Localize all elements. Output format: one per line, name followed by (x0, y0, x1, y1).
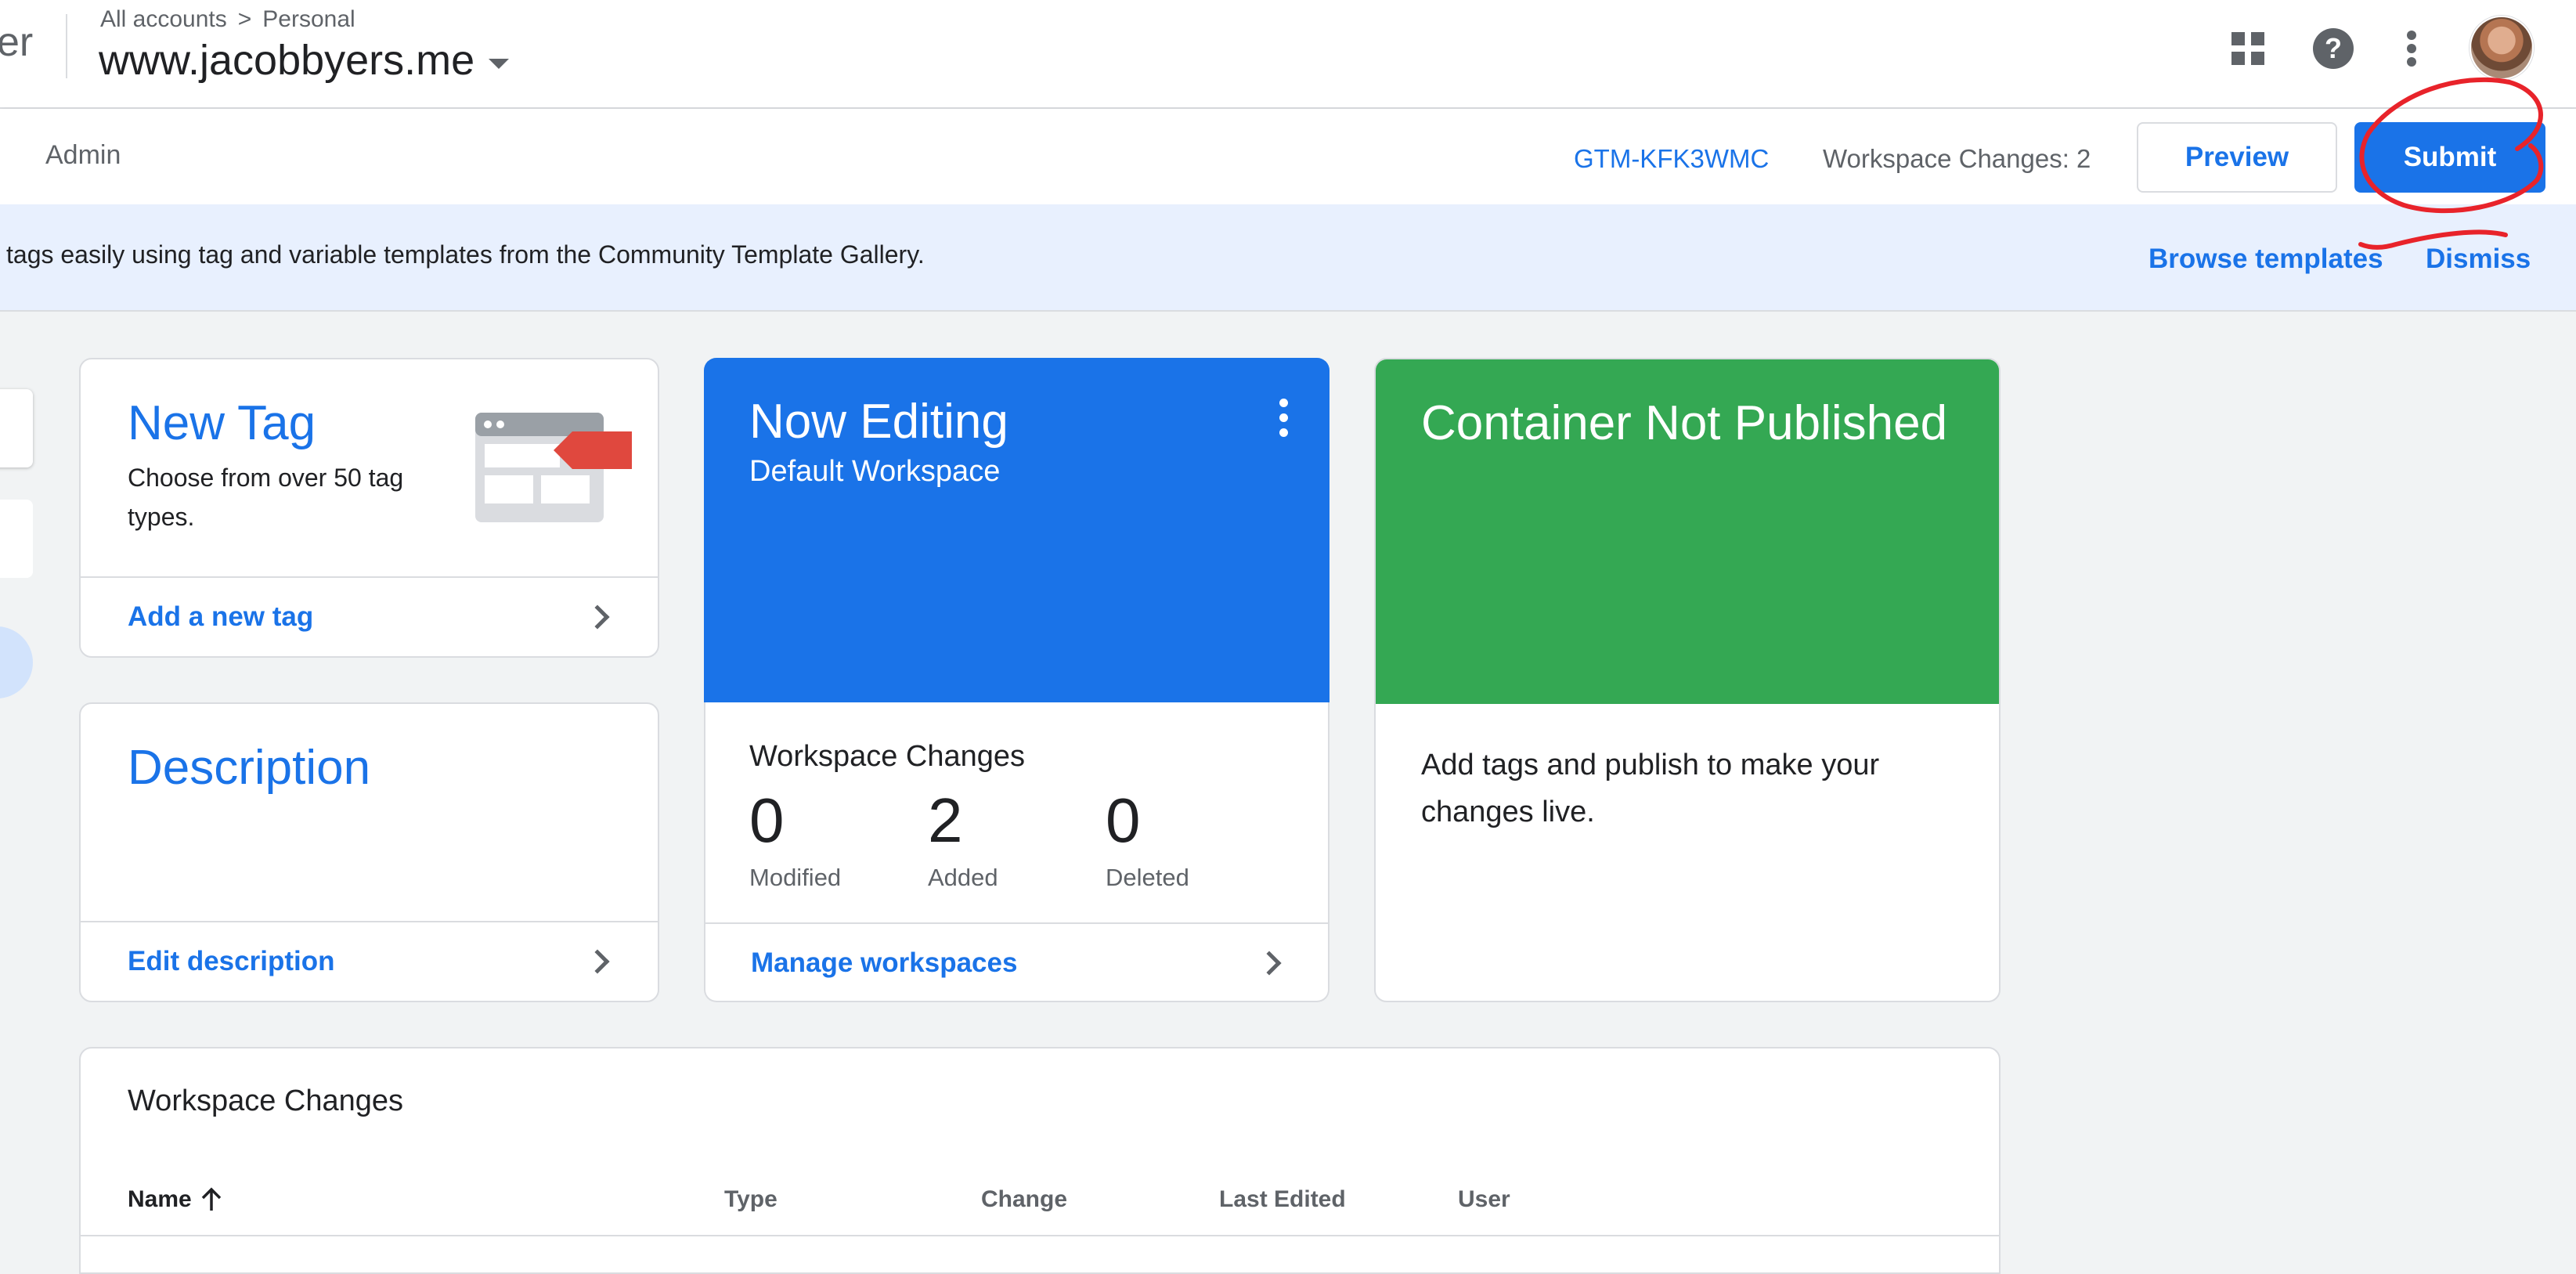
chevron-right-icon (1257, 951, 1282, 976)
caret-down-icon (489, 58, 510, 69)
column-header-change[interactable]: Change (981, 1186, 1067, 1213)
stat-label: Deleted (1106, 864, 1189, 891)
new-tag-card: New Tag Choose from over 50 tag types. A… (79, 358, 659, 658)
table-title: Workspace Changes (128, 1085, 404, 1117)
column-header-user[interactable]: User (1458, 1186, 1510, 1213)
new-tag-title: New Tag (128, 396, 316, 450)
add-new-tag-link[interactable]: Add a new tag (81, 576, 658, 656)
workspace-name: Default Workspace (749, 455, 1001, 488)
side-nav-item[interactable] (0, 389, 33, 467)
workspace-changes-count: Workspace Changes: 2 (1823, 144, 2091, 173)
manage-workspaces-link[interactable]: Manage workspaces (704, 922, 1329, 1002)
arrow-up-icon (201, 1187, 221, 1211)
tag-illustration-icon (475, 413, 632, 522)
description-title: Description (128, 741, 371, 795)
workspace-changes-table: Workspace Changes Name Type Change Last … (79, 1047, 2001, 1274)
edit-description-label: Edit description (128, 946, 335, 976)
container-status-body: Add tags and publish to make your change… (1421, 749, 1880, 828)
workspace-toolbar: Admin GTM-KFK3WMC Workspace Changes: 2 P… (0, 109, 2576, 204)
container-status-title: Container Not Published (1421, 396, 1948, 450)
new-tag-subtitle: Choose from over 50 tag types. (128, 464, 404, 531)
container-status-card: Container Not Published Add tags and pub… (1374, 358, 2001, 1002)
banner-message: tags easily using tag and variable templ… (6, 240, 925, 269)
add-new-tag-label: Add a new tag (128, 601, 314, 632)
svg-text:?: ? (2325, 32, 2342, 64)
browse-templates-link[interactable]: Browse templates (2148, 244, 2383, 275)
breadcrumb-separator: > (237, 6, 252, 32)
template-gallery-banner: tags easily using tag and variable templ… (0, 204, 2576, 312)
now-editing-card: Now Editing Default Workspace Workspace … (704, 358, 1329, 1002)
header-divider (66, 14, 67, 78)
chevron-right-icon (585, 949, 610, 974)
preview-button[interactable]: Preview (2137, 122, 2337, 193)
container-selector[interactable]: www.jacobbyers.me (99, 36, 510, 85)
container-name: www.jacobbyers.me (99, 37, 475, 84)
side-nav-item[interactable] (0, 626, 33, 698)
stat-modified: 0 Modified (749, 785, 841, 892)
stat-value: 0 (749, 785, 785, 855)
submit-button[interactable]: Submit (2354, 122, 2545, 193)
stat-value: 2 (928, 785, 963, 855)
side-nav-item[interactable] (0, 500, 33, 578)
container-id-link[interactable]: GTM-KFK3WMC (1574, 144, 1769, 174)
app-name: er (0, 20, 34, 65)
description-card: Description Edit description (79, 702, 659, 1002)
manage-workspaces-label: Manage workspaces (751, 947, 1018, 978)
chevron-right-icon (585, 605, 610, 630)
breadcrumb-all-accounts[interactable]: All accounts (100, 6, 227, 33)
tab-admin[interactable]: Admin (45, 140, 121, 171)
breadcrumb-account[interactable]: Personal (262, 6, 355, 33)
table-divider (81, 1235, 1999, 1236)
help-icon[interactable]: ? (2306, 17, 2361, 80)
workspace-changes-label: Workspace Changes (749, 740, 1026, 773)
column-label: Name (128, 1186, 192, 1212)
stat-added: 2 Added (928, 785, 998, 892)
column-header-type[interactable]: Type (724, 1186, 777, 1213)
column-header-name[interactable]: Name (128, 1186, 223, 1213)
dismiss-link[interactable]: Dismiss (2426, 244, 2531, 275)
stat-value: 0 (1106, 785, 1141, 855)
stat-deleted: 0 Deleted (1106, 785, 1189, 892)
breadcrumb: All accounts > Personal (100, 6, 355, 33)
top-header: er All accounts > Personal www.jacobbyer… (0, 0, 2576, 109)
more-vert-icon[interactable] (1279, 399, 1289, 437)
now-editing-title: Now Editing (749, 395, 1008, 449)
apps-grid-icon[interactable] (2221, 17, 2275, 80)
stat-label: Added (928, 864, 998, 891)
stat-label: Modified (749, 864, 842, 891)
edit-description-link[interactable]: Edit description (81, 921, 658, 1001)
avatar[interactable] (2470, 16, 2534, 80)
column-header-last-edited[interactable]: Last Edited (1219, 1186, 1346, 1213)
more-vert-icon[interactable] (2384, 17, 2439, 80)
